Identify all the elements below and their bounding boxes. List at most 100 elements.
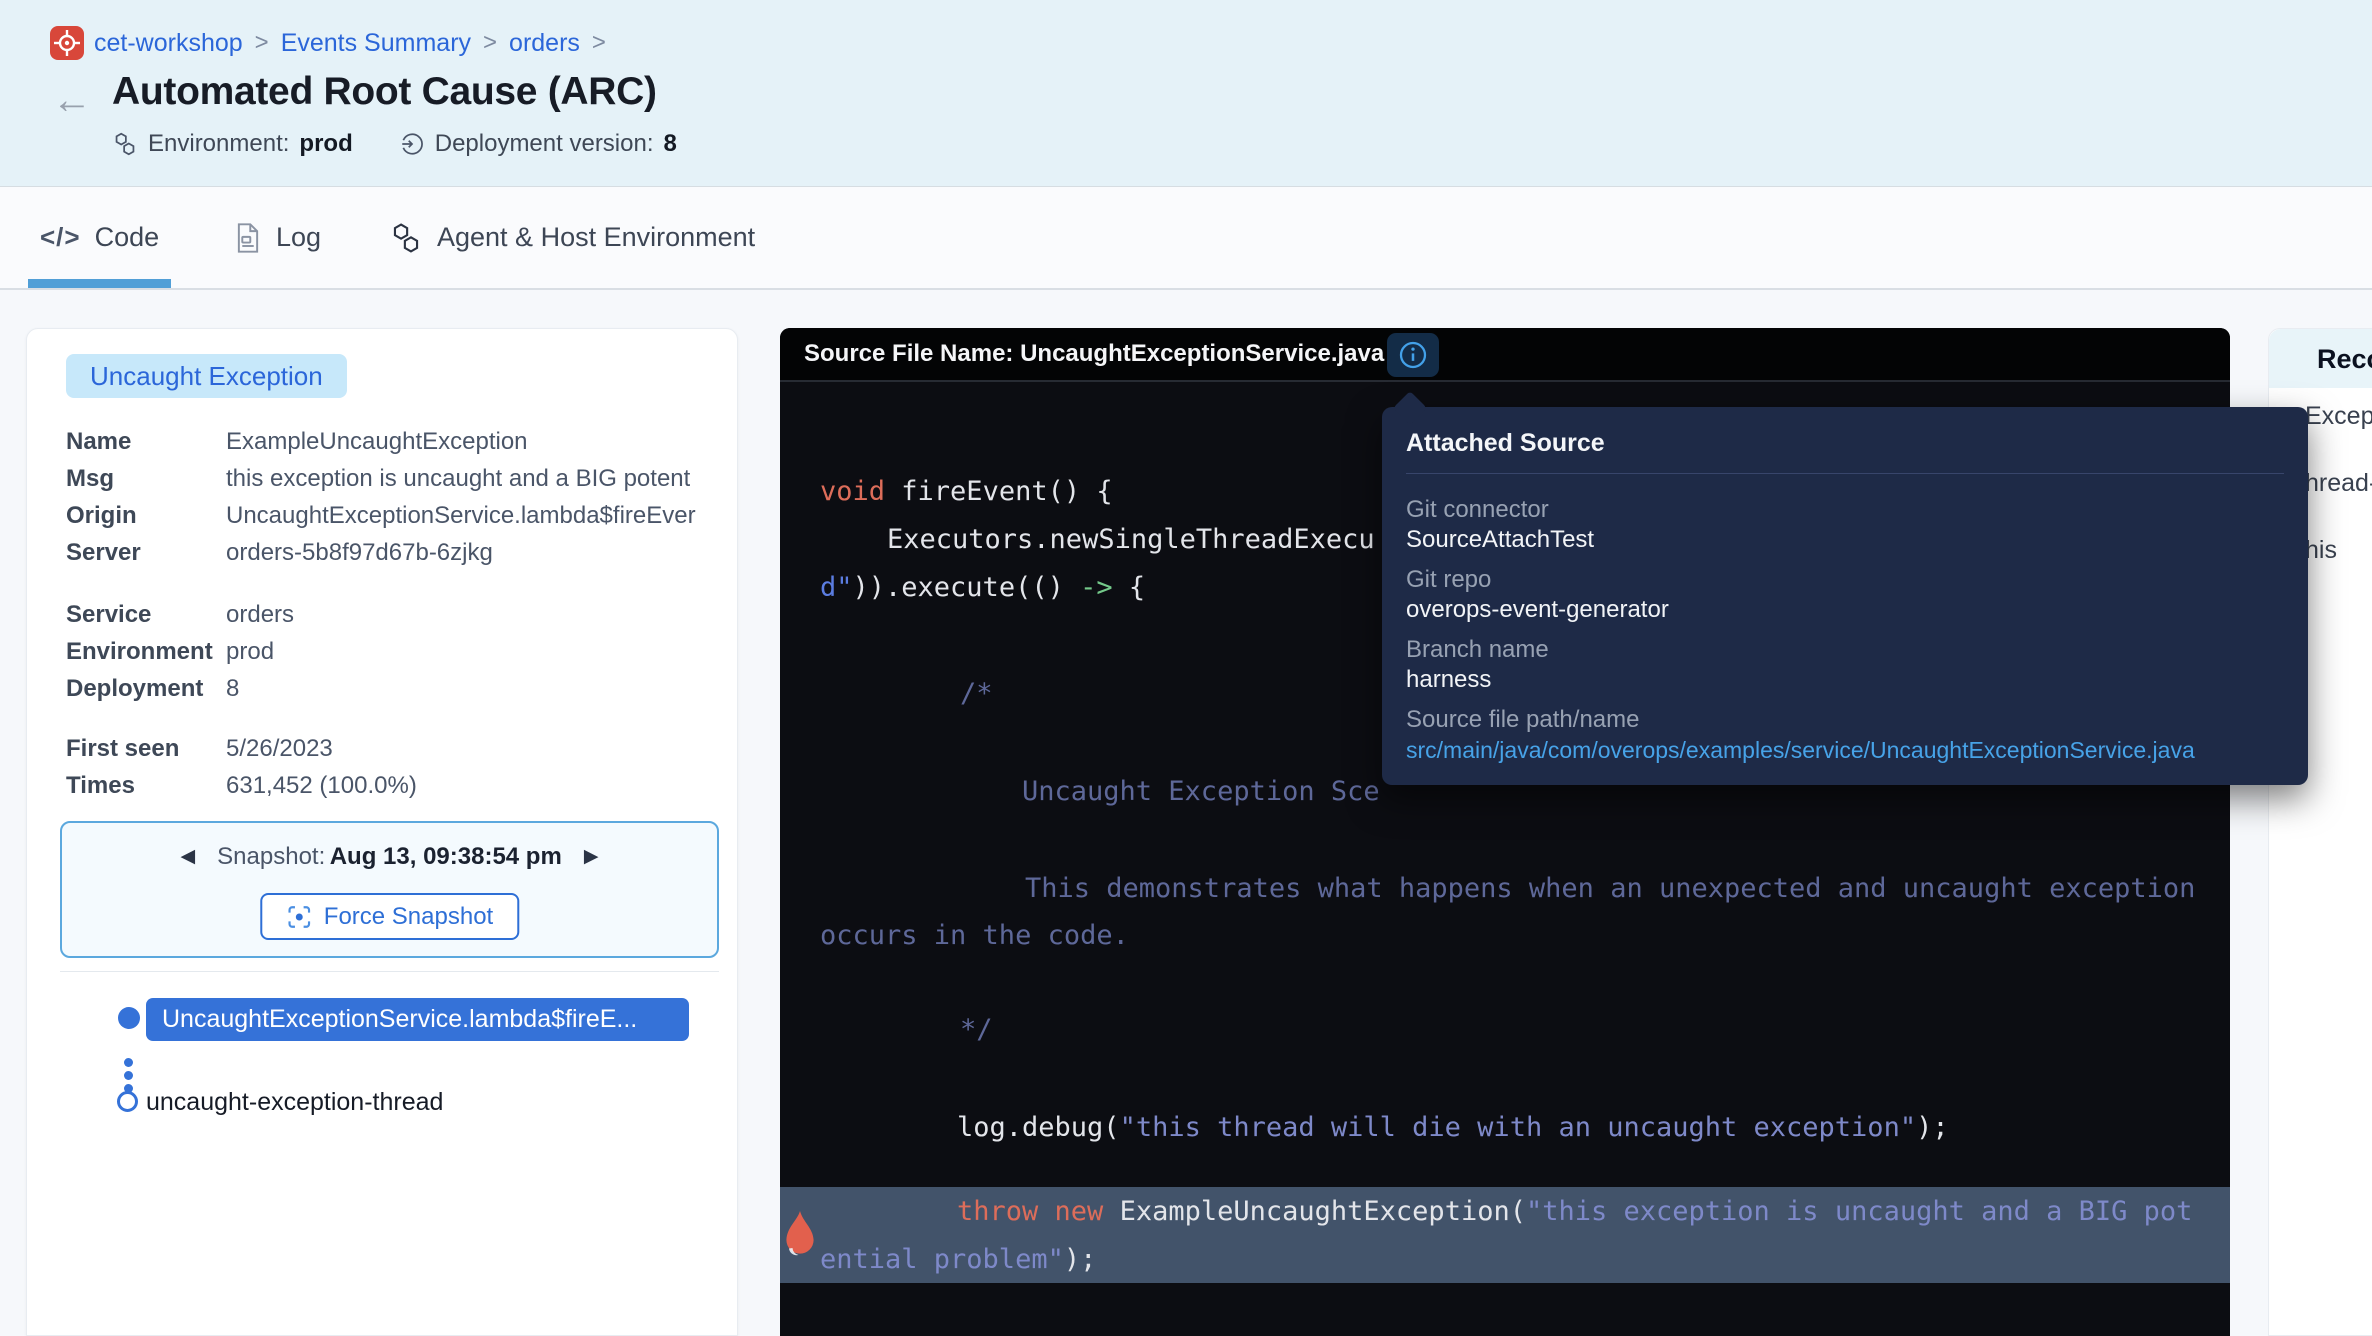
tab-agent-label: Agent & Host Environment: [437, 222, 755, 253]
snapshot-next-button[interactable]: ▶: [580, 841, 603, 872]
recorded-row[interactable]: Excepti: [2305, 402, 2372, 431]
stack-frame-open-dot: [117, 1091, 138, 1112]
deployment-meta: Deployment version: 8: [399, 130, 677, 158]
code-token: /*: [960, 678, 993, 709]
code-token: "this thread will die with an uncaught e…: [1120, 1112, 1917, 1143]
tab-log[interactable]: Log: [234, 187, 321, 288]
code-token: This demonstrates what happens when an u…: [1025, 873, 2195, 904]
source-file-name: Source File Name: UncaughtExceptionServi…: [804, 328, 1384, 380]
detail-value: this exception is uncaught and a BIG pot…: [226, 465, 690, 493]
arc-page: cet-workshop>Events Summary>orders> ← Au…: [0, 0, 2372, 1336]
snapshot-label: Snapshot:: [217, 843, 325, 870]
detail-label: Deployment: [66, 675, 226, 703]
stack-frame-filled-dot: [118, 1007, 140, 1029]
tab-code-label: Code: [95, 222, 160, 253]
back-arrow-icon[interactable]: ←: [52, 80, 92, 120]
code-token: log.debug(: [957, 1112, 1120, 1143]
detail-row: Serverorders-5b8f97d67b-6zjkg: [66, 534, 721, 571]
code-token: );: [1916, 1112, 1949, 1143]
deployment-value: 8: [664, 130, 677, 158]
recorded-row[interactable]: hread-: [2305, 469, 2372, 498]
tooltip-field-label: Source file path/name: [1406, 705, 2288, 735]
tab-code[interactable]: </> Code: [28, 187, 171, 288]
flame-icon: [783, 1210, 817, 1258]
detail-label: Msg: [66, 465, 226, 493]
detail-row: Msgthis exception is uncaught and a BIG …: [66, 460, 721, 497]
stack-connector-dot: [124, 1071, 133, 1080]
code-brackets-icon: </>: [40, 222, 81, 253]
tooltip-source-path-link[interactable]: src/main/java/com/overops/examples/servi…: [1406, 735, 2288, 765]
breadcrumb-separator-icon: >: [590, 29, 608, 57]
code-token: {: [1113, 572, 1146, 603]
attached-source-info-icon[interactable]: [1387, 333, 1439, 377]
stack-frame-thread[interactable]: uncaught-exception-thread: [146, 1088, 443, 1117]
snapshot-prev-button[interactable]: ◀: [177, 841, 200, 872]
deployment-label: Deployment version:: [435, 130, 654, 158]
detail-value: 631,452 (100.0%): [226, 772, 417, 800]
snapshot-box: ◀ Snapshot: Aug 13, 09:38:54 pm ▶: [60, 821, 719, 958]
agent-hexagons-icon: [389, 221, 423, 255]
card-divider: [60, 971, 719, 972]
code-token: */: [960, 1014, 993, 1045]
tooltip-field-value: harness: [1406, 665, 2288, 695]
detail-label: Name: [66, 428, 226, 456]
code-line: log.debug("this thread will die with an …: [957, 1113, 1949, 1143]
code-token: Executors.newSingleThreadExecu: [887, 524, 1375, 555]
code-token: ential problem": [820, 1244, 1064, 1275]
detail-label: Service: [66, 601, 226, 629]
code-line: throw new ExampleUncaughtException("this…: [957, 1197, 2192, 1227]
code-token: throw: [957, 1196, 1038, 1227]
target-logo-icon: [50, 26, 84, 60]
breadcrumb-link[interactable]: cet-workshop: [94, 29, 243, 58]
detail-row: NameExampleUncaughtException: [66, 423, 721, 460]
breadcrumb-link[interactable]: Events Summary: [281, 29, 471, 58]
environment-value: prod: [299, 130, 352, 158]
breadcrumb-separator-icon: >: [481, 29, 499, 57]
detail-row: Deployment8: [66, 670, 721, 707]
tab-bar: </> Code Log Agent & Host Enviro: [0, 187, 2372, 290]
breadcrumb-links: cet-workshop > Events Summary > orders >: [94, 29, 608, 58]
code-token: new: [1055, 1196, 1104, 1227]
detail-row: Environmentprod: [66, 633, 721, 670]
code-token: fireEvent() {: [885, 476, 1113, 507]
code-line: */: [960, 1015, 993, 1045]
code-token: "this exception is uncaught and a BIG po…: [1526, 1196, 2192, 1227]
code-line: Uncaught Exception Sce: [1022, 777, 1380, 807]
breadcrumb-separator-icon: >: [253, 29, 271, 57]
attached-source-tooltip: Attached Source Git connectorSourceAttac…: [1382, 407, 2308, 785]
tooltip-field-label: Git repo: [1406, 565, 2288, 595]
detail-label: Origin: [66, 502, 226, 530]
code-panel-header: Source File Name: UncaughtExceptionServi…: [780, 328, 2230, 382]
header-meta: Environment: prod Deployment version: 8: [112, 130, 677, 158]
code-token: d": [820, 572, 853, 603]
event-service-group: ServiceordersEnvironmentprodDeployment8: [66, 596, 721, 707]
detail-label: Server: [66, 539, 226, 567]
code-line: Executors.newSingleThreadExecu: [887, 525, 1375, 555]
recorded-row[interactable]: his: [2305, 536, 2337, 565]
tooltip-title: Attached Source: [1406, 429, 1605, 458]
detail-value: prod: [226, 638, 274, 666]
page-header: cet-workshop>Events Summary>orders> ← Au…: [0, 0, 2372, 187]
log-document-icon: [234, 222, 262, 254]
code-line: /*: [960, 679, 993, 709]
tooltip-field-value: SourceAttachTest: [1406, 525, 2288, 555]
environment-label: Environment:: [148, 130, 289, 158]
event-type-badge: Uncaught Exception: [66, 354, 347, 398]
event-details-card: Uncaught Exception NameExampleUncaughtEx…: [26, 328, 738, 1336]
force-snapshot-label: Force Snapshot: [324, 903, 493, 931]
detail-value: 8: [226, 675, 239, 703]
code-token: occurs in the code.: [820, 920, 1129, 951]
breadcrumb-link[interactable]: orders: [509, 29, 580, 58]
code-line: ential problem");: [820, 1245, 1096, 1275]
stack-frame-selected[interactable]: UncaughtExceptionService.lambda$fireE...: [146, 998, 689, 1041]
tab-agent-host-environment[interactable]: Agent & Host Environment: [389, 187, 755, 288]
detail-row: Times631,452 (100.0%): [66, 767, 721, 804]
detail-row: Serviceorders: [66, 596, 721, 633]
detail-label: First seen: [66, 735, 226, 763]
code-token: )).execute((): [853, 572, 1081, 603]
event-identity-group: NameExampleUncaughtExceptionMsgthis exce…: [66, 423, 721, 571]
tooltip-field-label: Branch name: [1406, 635, 2288, 665]
detail-value: UncaughtExceptionService.lambda$fireEver: [226, 502, 696, 530]
tooltip-divider: [1406, 473, 2284, 474]
force-snapshot-button[interactable]: Force Snapshot: [260, 893, 519, 940]
